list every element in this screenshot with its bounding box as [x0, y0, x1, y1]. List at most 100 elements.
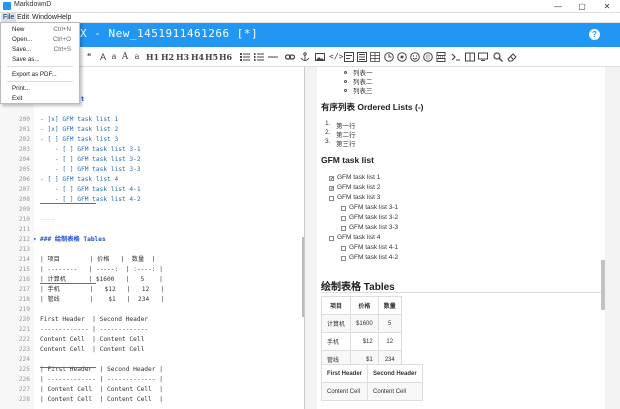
editor-line[interactable]: 206 - [ ] GFM task list 4: [0, 175, 300, 185]
bullet-circle: [344, 89, 347, 92]
editor-line[interactable]: 200 - [x] GFM task list 1: [0, 115, 300, 125]
editor-line[interactable]: 222 Content Cell | Content Cell: [0, 335, 300, 345]
editor-line[interactable]: 204 - [ ] GFM task list 3-2: [0, 155, 300, 165]
clock-icon[interactable]: [384, 51, 394, 63]
editor-line[interactable]: 210 ----: [0, 215, 300, 225]
eraser-icon[interactable]: [507, 51, 517, 63]
image-icon[interactable]: [315, 51, 325, 63]
hr-icon[interactable]: [268, 51, 278, 63]
menu-help[interactable]: Help: [55, 13, 73, 22]
ordered-number: 1.: [325, 120, 331, 127]
menu-item-new[interactable]: New Ctrl+N: [1, 25, 79, 34]
editor-line[interactable]: 215 | -------- | -----: | :----: |: [0, 265, 300, 275]
monitor-icon[interactable]: [478, 51, 488, 63]
task-checkbox[interactable]: ✓: [329, 176, 334, 182]
table-header: 价格: [350, 296, 379, 315]
lowercase-button[interactable]: a: [110, 51, 118, 63]
editor-line[interactable]: 213: [0, 245, 300, 255]
table-icon[interactable]: [370, 51, 380, 63]
menu-item-export-pdf[interactable]: Export as PDF...: [1, 70, 79, 79]
pagebreak-icon[interactable]: [436, 51, 446, 63]
task-checkbox[interactable]: [329, 196, 334, 201]
spellcheck-underline: [40, 203, 96, 204]
editor-line[interactable]: 219: [0, 305, 300, 315]
menu-item-save-as[interactable]: Save as...: [1, 55, 79, 64]
editor-line[interactable]: 223 Content Cell | Content Cell: [0, 345, 300, 355]
close-button[interactable]: ✕: [597, 0, 617, 13]
h4-button[interactable]: H4: [191, 51, 204, 63]
table-header: 数量: [377, 296, 402, 315]
uppercase-button[interactable]: A: [99, 51, 107, 63]
line-number: 219: [18, 306, 30, 313]
menu-file[interactable]: File: [1, 13, 17, 22]
line-number: 226: [18, 376, 30, 383]
maximize-button[interactable]: ▢: [572, 0, 592, 13]
editor-line[interactable]: 224: [0, 355, 300, 365]
editor-line-text: ### 绘制表格 Tables: [40, 236, 106, 243]
task-checkbox[interactable]: [341, 226, 346, 231]
html-entity-icon[interactable]: ©: [423, 51, 433, 63]
menu-item-save[interactable]: Save... Ctrl+S: [1, 45, 79, 54]
editor-line[interactable]: 201 - [x] GFM task list 2: [0, 125, 300, 135]
h3-button[interactable]: H3: [176, 51, 189, 63]
editor-line[interactable]: 207 - [ ] GFM task list 4-1: [0, 185, 300, 195]
line-number: 223: [18, 346, 30, 353]
task-checkbox[interactable]: [341, 216, 346, 221]
editor-line[interactable]: 211: [0, 225, 300, 235]
menu-item-print[interactable]: Print...: [1, 84, 79, 93]
menu-item-exit[interactable]: Exit: [1, 94, 79, 103]
table-header: First Header: [320, 364, 369, 383]
editor-line-text: Content Cell | Content Cell: [40, 346, 145, 353]
editor-line-text: Content Cell | Content Cell: [40, 336, 145, 343]
editor-line[interactable]: 209: [0, 205, 300, 215]
editor-line[interactable]: 218 | 管线 | $1 | 234 |: [0, 295, 300, 305]
menu-edit[interactable]: Edit: [15, 13, 31, 22]
editor-line[interactable]: 214 | 项目 | 价格 | 数量 |: [0, 255, 300, 265]
editor-line[interactable]: 212 ### 绘制表格 Tables ▾: [0, 235, 300, 245]
task-checkbox[interactable]: [341, 246, 346, 251]
editor-line[interactable]: 205 - [ ] GFM task list 3-3: [0, 165, 300, 175]
menu-item-open[interactable]: Open... Ctrl+O: [1, 35, 79, 44]
ordered-list-icon[interactable]: [254, 51, 264, 63]
editor-line-text: | 管线 | $1 | 234 |: [40, 296, 165, 303]
markdown-editor[interactable]: k list200- [x] GFM task list 1201- [x] G…: [0, 67, 305, 409]
code-block-icon[interactable]: [344, 51, 354, 63]
editor-line[interactable]: 221 ------------- | -------------: [0, 325, 300, 335]
editor-line[interactable]: 202 - [ ] GFM task list 3: [0, 135, 300, 145]
editor-line[interactable]: 220 First Header | Second Header: [0, 315, 300, 325]
h5-button[interactable]: H5: [205, 51, 218, 63]
columns-icon[interactable]: [465, 51, 475, 63]
editor-line[interactable]: 228 | Content Cell | Content Cell |: [0, 395, 300, 405]
symbol-icon[interactable]: [397, 51, 407, 63]
anchor-icon[interactable]: [300, 51, 310, 63]
editor-line[interactable]: 217 | 手机 | $12 | 12 |: [0, 285, 300, 295]
search-icon[interactable]: [493, 51, 503, 63]
line-number: 224: [18, 356, 30, 363]
minimize-button[interactable]: —: [548, 0, 568, 13]
emoji-icon[interactable]: [410, 51, 420, 63]
link-icon[interactable]: [285, 51, 295, 63]
h1-button[interactable]: H1: [146, 51, 159, 63]
preview-scrollbar[interactable]: [601, 260, 605, 310]
quote-icon[interactable]: ❝: [84, 51, 94, 63]
task-checkbox[interactable]: [341, 256, 346, 261]
preformatted-icon[interactable]: [357, 51, 367, 63]
font-decrease-button[interactable]: a: [133, 51, 141, 63]
help-icon[interactable]: ?: [589, 29, 600, 40]
h2-button[interactable]: H2: [161, 51, 174, 63]
terminal-icon[interactable]: [451, 51, 461, 63]
font-increase-button[interactable]: A: [121, 51, 129, 63]
bullet-item: 列表三: [353, 88, 373, 95]
editor-line[interactable]: [0, 105, 300, 115]
unordered-list-icon[interactable]: [240, 51, 250, 63]
code-icon[interactable]: </>: [329, 51, 343, 63]
editor-line[interactable]: 203 - [ ] GFM task list 3-1: [0, 145, 300, 155]
h6-button[interactable]: H6: [219, 51, 232, 63]
task-checkbox[interactable]: [329, 236, 334, 241]
task-checkbox[interactable]: [341, 206, 346, 211]
editor-line[interactable]: 227 | Content Cell | Content Cell |: [0, 385, 300, 395]
task-label: GFM task list 1: [337, 174, 381, 181]
task-checkbox[interactable]: ✓: [329, 186, 334, 192]
editor-line[interactable]: 226 | ------------- | ------------- |: [0, 375, 300, 385]
fold-arrow-icon[interactable]: ▾: [33, 235, 37, 245]
